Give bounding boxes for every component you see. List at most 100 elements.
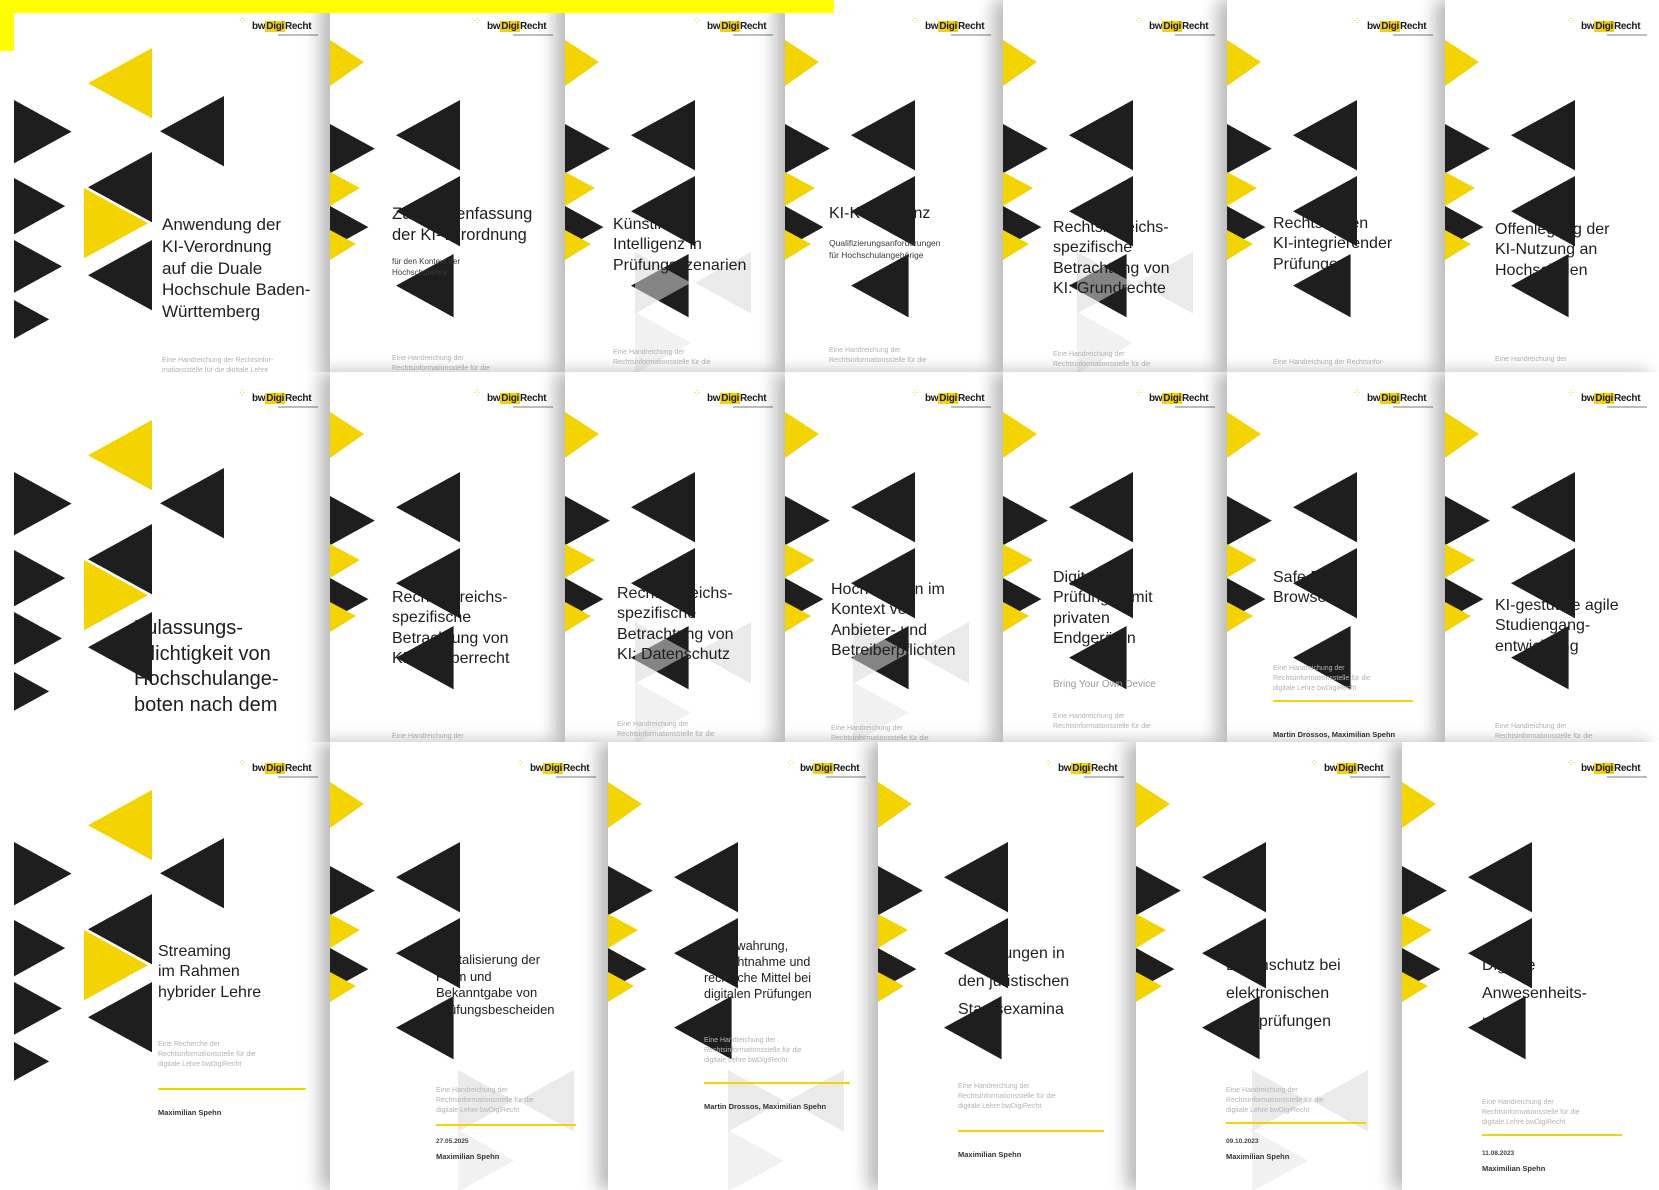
bwdigirecht-logo: ⁘ bwDigiRecht	[1044, 758, 1126, 780]
cover-title: Datenschutz bei elektronischen Fernprüfu…	[1226, 957, 1341, 1030]
bwdigirecht-logo: ⁘ bwDigiRecht	[473, 16, 555, 38]
cover-row-1: ⁘ bwDigiRecht Anwendung der KI-Verordnung…	[0, 0, 1659, 372]
cover-description: Eine Handreichung der Rechtsinformations…	[392, 355, 490, 372]
cover-description: Eine Handreichung der Rechtsinformations…	[1495, 723, 1593, 741]
bwdigirecht-logo: ⁘ bwDigiRecht	[1567, 388, 1649, 410]
triangle-pattern-icon	[1445, 40, 1575, 318]
cover-title: Streaming im Rahmen hybrider Lehre	[158, 943, 262, 1001]
cover-description: Eine Handreichung der	[392, 733, 464, 740]
cover-description: Eine Handreichung der Rechtsinformations…	[831, 725, 929, 742]
cover-description: Eine Handreichung der Rechtsinformations…	[704, 1037, 802, 1065]
cover-subtitle: für den Kontext der Hochschullehre	[392, 257, 461, 278]
cover-title: Zusammenfassung der KI-Verordnung	[392, 205, 533, 245]
cover-date: 27.05.2025	[436, 1138, 469, 1145]
cover-description: Eine Handreichung der Rechtsinformations…	[613, 349, 711, 367]
cover-title: Digitalisierung der Form und Bekanntgabe…	[436, 952, 555, 1017]
cover-description: Eine Handreichung der Rechtsinformations…	[829, 347, 927, 365]
yellow-divider	[958, 1130, 1104, 1132]
cover-description: Eine Handreichung der Rechtsinformations…	[1273, 665, 1371, 693]
cover-1-5[interactable]: ⁘ bwDigiRecht Rechtsbereichs- spezifische…	[1003, 0, 1227, 372]
bwdigirecht-logo: ⁘ bwDigiRecht	[1353, 388, 1435, 410]
cover-title: Rechtsbereichs- spezifische Betrachtung …	[617, 585, 734, 664]
bwdigirecht-logo: ⁘ bwDigiRecht	[1135, 16, 1217, 38]
cover-description: Eine Handreichung der Rechtsinformations…	[617, 721, 715, 739]
bwdigirecht-logo: ⁘ bwDigiRecht	[238, 16, 320, 38]
triangle-pattern-icon	[1227, 40, 1357, 318]
cover-author: Maximilian Spehn	[958, 1150, 1022, 1159]
yellow-divider	[436, 1124, 576, 1126]
cover-collage: ⁘ bwDigiRecht Anwendung der KI-Verordnung…	[0, 0, 1659, 1190]
cover-title: Digitale Prüfungen mit privaten Endgerät…	[1053, 569, 1153, 648]
cover-1-1[interactable]: ⁘ bwDigiRecht Anwendung der KI-Verordnung…	[0, 0, 330, 372]
yellow-divider	[1226, 1122, 1366, 1124]
cover-2-6[interactable]: ⁘ bwDigiRecht Safe Exam Browser Eine Hand…	[1227, 372, 1445, 742]
cover-2-4[interactable]: ⁘ bwDigiRecht Hochschulen im Kontext von …	[785, 372, 1003, 742]
cover-title: KI-Kompetenz	[829, 205, 931, 222]
cover-2-7[interactable]: ⁘ bwDigiRecht KI-gestützte agile Studieng…	[1445, 372, 1659, 742]
cover-title: Aufbewahrung, Einsichtnahme und rechtlic…	[704, 939, 812, 1001]
cover-description: Eine Handreichung der Rechtsinfor-	[1273, 359, 1385, 366]
cover-description: Eine Handreichung der Rechtsinformations…	[1482, 1099, 1580, 1127]
cover-title: Zulassungs- pflichtigkeit von Hochschula…	[134, 617, 279, 716]
bwdigirecht-logo: ⁘ bwDigiRecht	[1567, 16, 1649, 38]
yellow-highlight-tab	[0, 13, 14, 51]
bwdigirecht-logo: ⁘ bwDigiRecht	[786, 758, 868, 780]
triangle-pattern-icon	[785, 412, 969, 742]
cover-2-1[interactable]: ⁘ bwDigiRecht Zulassungs- pflichtigkeit v…	[0, 372, 330, 742]
cover-date: 09.10.2023	[1226, 1138, 1259, 1145]
bwdigirecht-logo: ⁘ bwDigiRecht	[516, 758, 598, 780]
bwdigirecht-logo: ⁘ bwDigiRecht	[1135, 388, 1217, 410]
bwdigirecht-logo: ⁘ bwDigiRecht	[238, 758, 320, 780]
bwdigirecht-logo: ⁘ bwDigiRecht	[473, 388, 555, 410]
yellow-divider	[1482, 1134, 1622, 1136]
cover-author: Maximilian Spehn	[436, 1152, 500, 1161]
cover-2-2[interactable]: ⁘ bwDigiRecht Rechtsbereichs- spezifische…	[330, 372, 565, 742]
cover-description: Eine Handreichung der Rechtsinformations…	[1053, 713, 1151, 731]
cover-description: Eine Handreichung der Rechtsinformations…	[958, 1083, 1056, 1111]
cover-3-6[interactable]: ⁘ bwDigiRecht Digitale Anwesenheits- pfli…	[1402, 742, 1659, 1190]
cover-title: Digitale Anwesenheits- pflicht	[1482, 957, 1587, 1030]
cover-title: Offenlegung der KI-Nutzung an Hochschule…	[1495, 221, 1610, 279]
cover-3-4[interactable]: ⁘ bwDigiRecht E-Prüfungen in den juristis…	[878, 742, 1136, 1190]
triangle-pattern-icon	[1003, 40, 1193, 372]
cover-title: E-Prüfungen in den juristischen Staatsex…	[958, 945, 1070, 1018]
triangle-pattern-icon	[565, 40, 751, 372]
bwdigirecht-logo: ⁘ bwDigiRecht	[1353, 16, 1435, 38]
bwdigirecht-logo: ⁘ bwDigiRecht	[693, 16, 775, 38]
cover-3-3[interactable]: ⁘ bwDigiRecht Aufbewahrung, Einsichtnahme…	[608, 742, 878, 1190]
cover-1-6[interactable]: ⁘ bwDigiRecht Rechtsfragen KI-integrieren…	[1227, 0, 1445, 372]
cover-title: Rechtsbereichs- spezifische Betrachtung …	[1053, 219, 1170, 298]
yellow-divider	[704, 1082, 850, 1084]
cover-description: Eine Handreichung der Rechtsinfor- matio…	[162, 357, 274, 372]
cover-subtitle: Bring Your Own Device	[1053, 679, 1156, 690]
yellow-highlight-bar	[0, 0, 834, 13]
cover-description: Eine Handreichung der Rechtsinformations…	[1226, 1087, 1324, 1115]
cover-title: KI-gestützte agile Studiengang- entwickl…	[1495, 597, 1619, 655]
cover-3-2[interactable]: ⁘ bwDigiRecht Digitalisierung der Form un…	[330, 742, 608, 1190]
bwdigirecht-logo: ⁘ bwDigiRecht	[1310, 758, 1392, 780]
cover-description: Eine Handreichung der	[1495, 356, 1567, 363]
triangle-pattern-icon	[565, 412, 751, 742]
cover-3-5[interactable]: ⁘ bwDigiRecht Datenschutz bei elektronisc…	[1136, 742, 1402, 1190]
yellow-divider	[1273, 700, 1413, 702]
cover-author: Martin Drossos, Maximilian Spehn	[704, 1102, 827, 1111]
cover-3-1[interactable]: ⁘ bwDigiRecht Streaming im Rahmen hybride…	[0, 742, 330, 1190]
bwdigirecht-logo: ⁘ bwDigiRecht	[911, 388, 993, 410]
cover-title: Rechtsfragen KI-integrierender Prüfungen	[1273, 215, 1393, 273]
bwdigirecht-logo: ⁘ bwDigiRecht	[693, 388, 775, 410]
cover-1-2[interactable]: ⁘ bwDigiRecht Zusammenfassung der KI-Vero…	[330, 0, 565, 372]
cover-author: Maximilian Spehn	[1482, 1164, 1546, 1173]
cover-author: Maximilian Spehn	[158, 1108, 222, 1117]
cover-title: Safe Exam Browser	[1273, 569, 1352, 607]
cover-description: Eine Handreichung der Rechtsinformations…	[1053, 351, 1151, 369]
triangle-pattern-icon	[330, 412, 460, 690]
cover-subtitle: Qualifizierungsanforderungen für Hochsch…	[829, 238, 941, 260]
cover-2-3[interactable]: ⁘ bwDigiRecht Rechtsbereichs- spezifische…	[565, 372, 785, 742]
cover-row-3: ⁘ bwDigiRecht Streaming im Rahmen hybride…	[0, 742, 1659, 1190]
cover-title: Künstliche Intelligenz in Prüfungsszenar…	[613, 216, 747, 274]
cover-1-4[interactable]: ⁘ bwDigiRecht KI-Kompetenz Qualifizierung…	[785, 0, 1003, 372]
cover-1-3[interactable]: ⁘ bwDigiRecht Künstliche Intelligenz in P…	[565, 0, 785, 372]
cover-title: Hochschulen im Kontext von Anbieter- und…	[831, 581, 956, 660]
cover-2-5[interactable]: ⁘ bwDigiRecht Digitale Prüfungen mit priv…	[1003, 372, 1227, 742]
cover-1-7[interactable]: ⁘ bwDigiRecht Offenlegung der KI-Nutzung …	[1445, 0, 1659, 372]
